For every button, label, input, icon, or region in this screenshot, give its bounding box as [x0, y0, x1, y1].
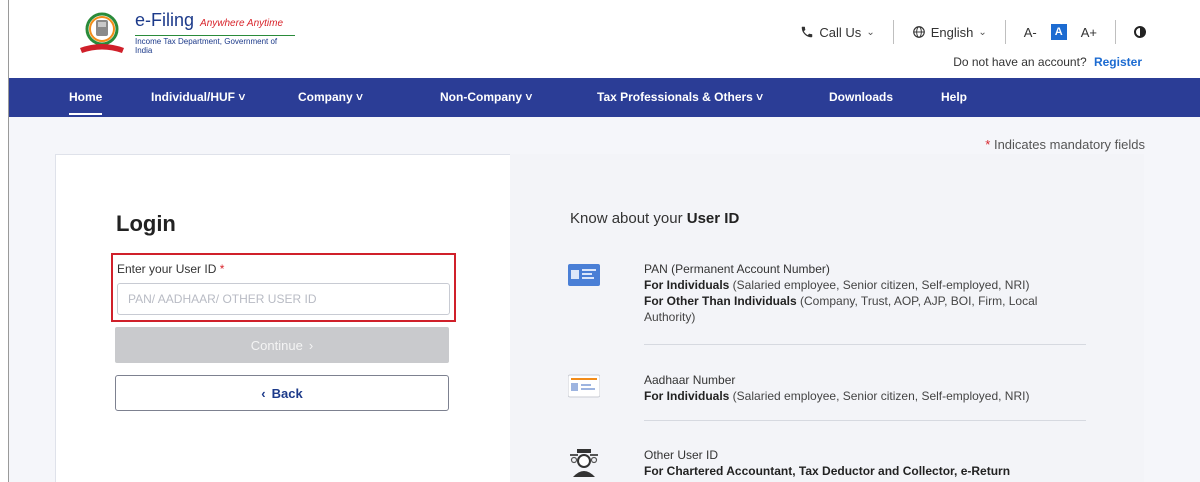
chevron-down-icon: ⌄ [866, 26, 875, 38]
info-text: Other User ID For Chartered Accountant, … [644, 448, 1011, 478]
phone-icon [802, 26, 813, 38]
brand-text: e-Filing Anywhere Anytime Income Tax Dep… [135, 10, 295, 55]
utility-bar: Call Us ⌄ English ⌄ A- A A+ [800, 20, 1146, 44]
font-increase-button[interactable]: A+ [1081, 25, 1097, 40]
account-prompt: Do not have an account? Register [953, 55, 1142, 69]
contrast-toggle-icon[interactable] [1134, 26, 1146, 38]
nav-individual-huf[interactable]: Individual/HUF ˅ [151, 78, 245, 117]
back-button[interactable]: ‹ Back [115, 375, 449, 411]
pan-card-icon [568, 263, 600, 287]
user-id-field-group: Enter your User ID * [111, 253, 456, 322]
nav-company[interactable]: Company ˅ [298, 78, 363, 117]
divider [1004, 20, 1006, 44]
login-card: Login Enter your User ID * Continue › ‹ … [55, 154, 511, 482]
chevron-left-icon: ‹ [261, 385, 266, 401]
info-text: Aadhaar Number For Individuals (Salaried… [644, 373, 1030, 403]
aadhaar-card-icon [567, 374, 601, 398]
continue-button[interactable]: Continue › [115, 327, 449, 363]
language-label: English [930, 24, 974, 40]
no-account-text: Do not have an account? [953, 55, 1087, 69]
nav-help[interactable]: Help [941, 78, 967, 117]
page-frame: e-Filing Anywhere Anytime Income Tax Dep… [8, 0, 1200, 482]
main-nav: Home Individual/HUF ˅ Company ˅ Non-Comp… [9, 78, 1200, 117]
main-content: * Indicates mandatory fields Login Enter… [9, 117, 1200, 482]
brand-subtitle: Income Tax Department, Government of Ind… [135, 35, 295, 55]
register-link[interactable]: Register [1094, 55, 1142, 69]
divider [644, 420, 1086, 421]
font-normal-button[interactable]: A [1050, 24, 1067, 40]
divider [892, 20, 894, 44]
emblem-icon [77, 12, 127, 54]
user-id-input[interactable] [117, 283, 450, 315]
login-title: Login [116, 211, 176, 236]
professional-user-icon [568, 449, 598, 477]
know-title: Know about your User ID [570, 210, 740, 227]
call-us-label: Call Us [819, 24, 862, 40]
chevron-right-icon: › [308, 337, 314, 353]
divider [644, 344, 1086, 345]
info-text: PAN (Permanent Account Number) For Indiv… [644, 262, 1038, 324]
brand-tagline: Anywhere Anytime [200, 18, 284, 29]
nav-tax-professionals[interactable]: Tax Professionals & Others ˅ [597, 78, 763, 117]
mandatory-note: * Indicates mandatory fields [985, 137, 1145, 152]
call-us-dropdown[interactable]: Call Us ⌄ [800, 24, 875, 40]
chevron-down-icon: ⌄ [978, 26, 987, 38]
globe-icon [912, 26, 925, 38]
efiling-logo[interactable]: e-Filing Anywhere Anytime Income Tax Dep… [77, 10, 295, 55]
nav-non-company[interactable]: Non-Company ˅ [440, 78, 532, 117]
font-size-controls: A- A A+ [1024, 24, 1097, 40]
user-id-label: Enter your User ID * [117, 262, 225, 276]
font-decrease-button[interactable]: A- [1024, 25, 1037, 40]
language-dropdown[interactable]: English ⌄ [912, 25, 987, 40]
nav-home[interactable]: Home [69, 78, 103, 117]
top-header: e-Filing Anywhere Anytime Income Tax Dep… [9, 0, 1200, 78]
user-id-info-panel: Know about your User ID PAN (Permanent A… [510, 154, 1144, 482]
nav-downloads[interactable]: Downloads [829, 78, 893, 117]
brand-name: e-Filing [135, 10, 195, 30]
divider [1115, 20, 1116, 44]
